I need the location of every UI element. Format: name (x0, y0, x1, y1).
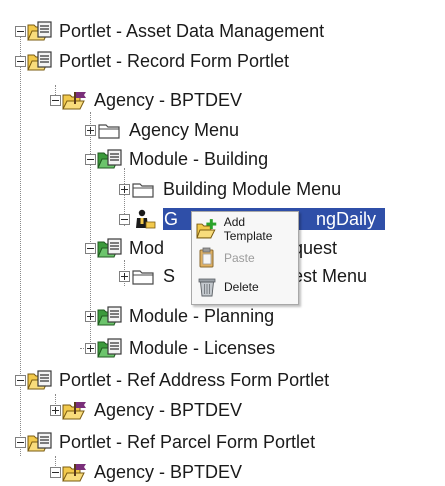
tree-node-label: Portlet - Asset Data Management (59, 21, 325, 41)
portlet-icon (27, 369, 53, 391)
tree-node[interactable]: Module - Licenses (85, 334, 275, 362)
agency-folder-icon (62, 461, 88, 483)
tree-node[interactable]: Agency - BPTDEV (50, 86, 242, 114)
menu-item-label: Paste (224, 251, 255, 265)
expander-minus[interactable] (15, 25, 26, 37)
tree-node[interactable]: Portlet - Record Form Portlet (15, 47, 289, 75)
folder-icon (131, 178, 157, 200)
tree-node[interactable]: Portlet - Ref Parcel Form Portlet (15, 428, 315, 456)
expander-plus[interactable] (50, 404, 61, 416)
tree-node-label: Module - Planning (129, 306, 275, 326)
tree-node-label: Module - Building (129, 149, 269, 169)
tree-node[interactable]: Agency Menu (85, 116, 239, 144)
tree-node-label: Agency - BPTDEV (94, 90, 243, 110)
agency-folder-icon (62, 89, 88, 111)
expander-minus[interactable] (50, 94, 61, 106)
context-menu: Add Template Paste Delete (191, 211, 299, 305)
tree-node[interactable]: Portlet - Asset Data Management (15, 17, 324, 45)
portlet-icon (27, 431, 53, 453)
module-icon (97, 148, 123, 170)
expander-plus[interactable] (119, 183, 130, 195)
menu-item-paste: Paste (196, 245, 296, 271)
tree-node[interactable]: Portlet - Ref Address Form Portlet (15, 366, 329, 394)
tree-node-label: Module - Licenses (129, 338, 276, 358)
expander-minus[interactable] (15, 55, 26, 67)
tree-node[interactable]: Module - Planning (85, 302, 274, 330)
tree-node-label: Portlet - Ref Address Form Portlet (59, 370, 330, 390)
tree-node-label: Agency - BPTDEV (94, 462, 243, 482)
module-icon (97, 237, 123, 259)
tree-node-label: Agency - BPTDEV (94, 400, 243, 420)
label-visible-start: Mod (129, 238, 165, 258)
tree-node[interactable]: Building Module Menu (119, 175, 341, 203)
paste-icon (196, 247, 218, 269)
label-visible-start: G (164, 209, 179, 229)
label-visible-end: ngDaily (316, 209, 377, 229)
tree-node[interactable]: Agency - BPTDEV (50, 396, 242, 424)
menu-item-add-template[interactable]: Add Template (196, 215, 296, 243)
tree-node[interactable]: Agency - BPTDEV (50, 458, 242, 486)
label-visible-start: S (163, 266, 176, 286)
expander-minus[interactable] (50, 466, 61, 478)
expander-plus[interactable] (85, 310, 96, 322)
user-icon (131, 208, 157, 230)
trash-icon (196, 276, 218, 298)
portlet-icon (27, 20, 53, 42)
folder-icon (97, 119, 123, 141)
module-icon (97, 337, 123, 359)
menu-item-label: Delete (224, 280, 259, 294)
expander-plus[interactable] (85, 342, 96, 354)
expander-minus[interactable] (85, 242, 96, 254)
tree-node-label: Building Module Menu (163, 179, 342, 199)
portlet-icon (27, 50, 53, 72)
agency-folder-icon (62, 399, 88, 421)
expander-minus[interactable] (119, 213, 130, 225)
add-template-icon (196, 218, 218, 240)
expander-minus[interactable] (85, 153, 96, 165)
module-icon (97, 305, 123, 327)
label-visible-end: est Menu (293, 266, 368, 286)
expander-minus[interactable] (15, 436, 26, 448)
tree-node[interactable]: Module - Building (85, 145, 268, 173)
tree-node-label: Portlet - Record Form Portlet (59, 51, 290, 71)
folder-icon (131, 265, 157, 287)
tree-node-label: Agency Menu (129, 120, 240, 140)
expander-plus[interactable] (119, 270, 130, 282)
tree-node-label: Portlet - Ref Parcel Form Portlet (59, 432, 316, 452)
expander-plus[interactable] (85, 124, 96, 136)
menu-item-label: Add Template (223, 215, 273, 243)
menu-item-delete[interactable]: Delete (196, 274, 296, 300)
expander-minus[interactable] (15, 374, 26, 386)
